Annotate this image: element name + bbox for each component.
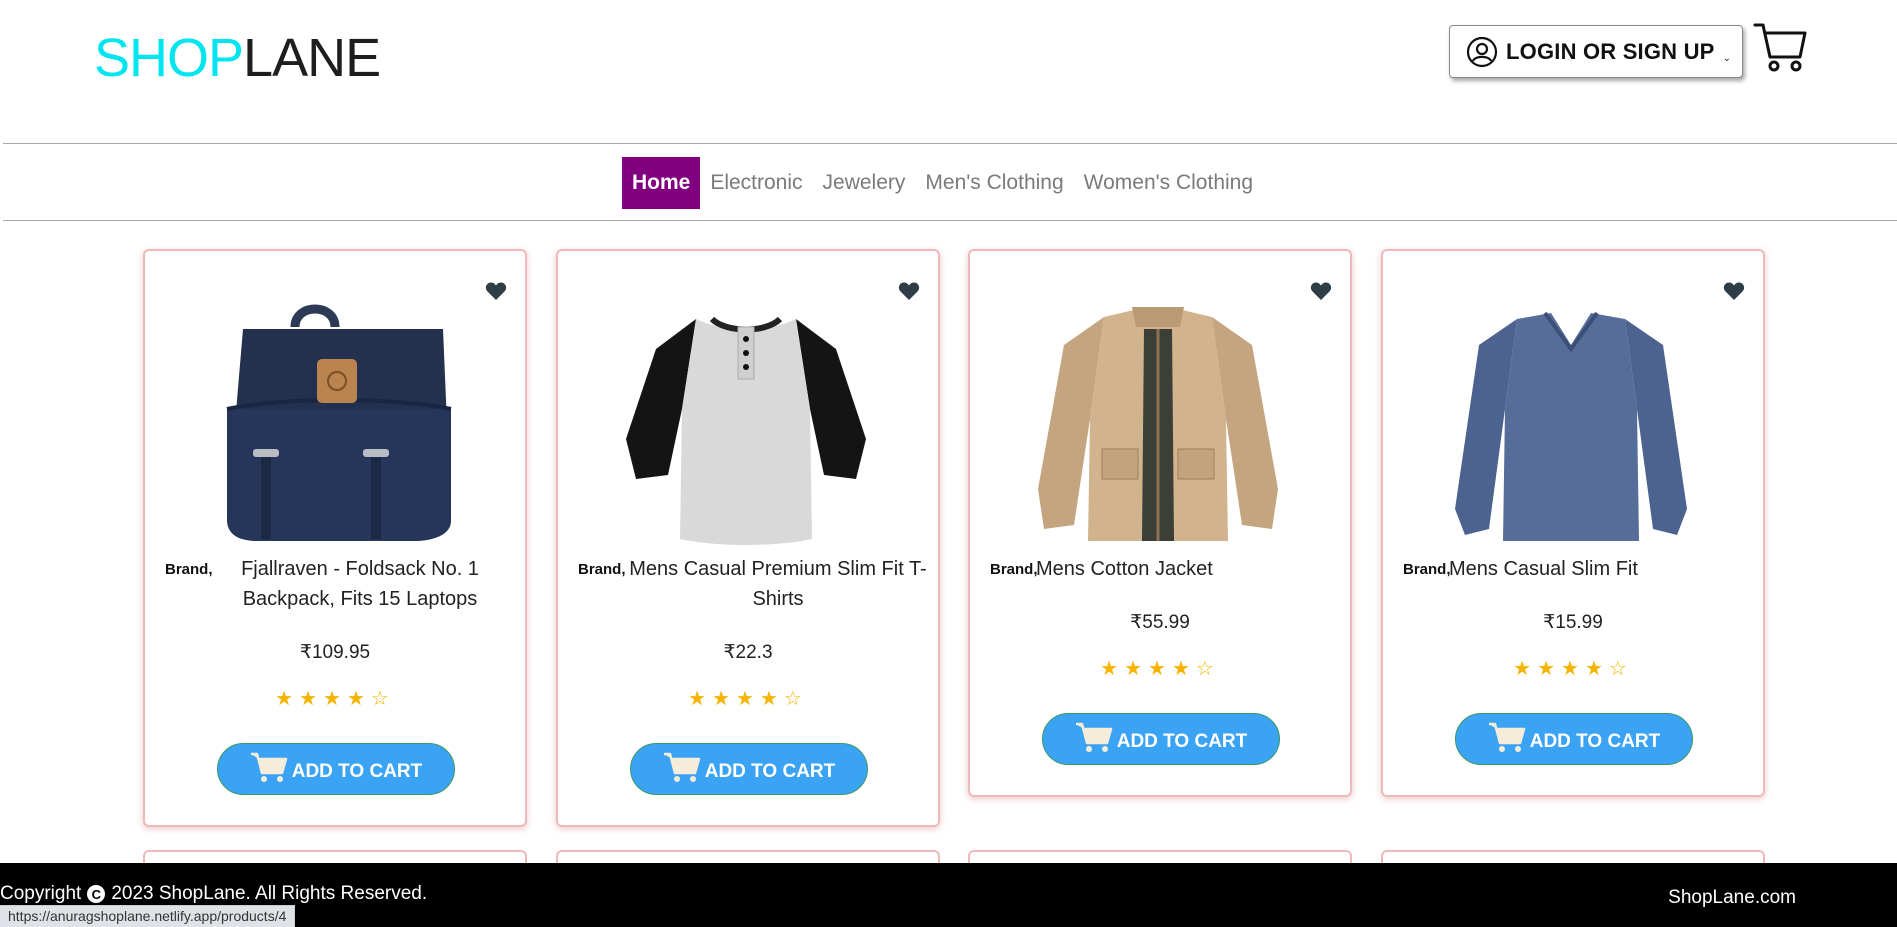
logo[interactable]: SHOPLANE [94,28,381,88]
logo-part-shop: SHOP [94,28,244,88]
rating-stars: ★★★★☆ [1100,656,1220,680]
heart-icon[interactable] [898,281,920,301]
product-image-raglan-tshirt[interactable] [596,289,896,549]
nav-item-electronic[interactable]: Electronic [700,157,812,209]
logo-part-lane: LANE [243,28,381,88]
user-circle-icon [1466,36,1498,67]
cart-icon[interactable] [1752,20,1808,74]
header: SHOPLANE LOGIN OR SIGN UP ⌄ [0,0,1897,143]
browser-status-url: https://anuragshoplane.netlify.app/produ… [0,905,296,927]
heart-icon[interactable] [485,281,507,301]
chevron-down-icon: ⌄ [1722,53,1731,64]
copyright-prefix: Copyright [0,883,82,904]
product-title[interactable]: Fjallraven - Foldsack No. 1 Backpack, Fi… [235,554,485,614]
product-price: ₹15.99 [1543,612,1603,633]
cart-icon [663,752,700,782]
product-brand: Brand, [578,561,626,578]
product-image-cotton-jacket[interactable] [1008,289,1308,549]
add-to-cart-button[interactable]: ADD TO CART [1455,713,1693,765]
cart-icon [1488,722,1525,752]
login-signup-button[interactable]: LOGIN OR SIGN UP ⌄ [1449,25,1743,78]
add-to-cart-label: ADD TO CART [1529,731,1661,752]
footer-site-link[interactable]: ShopLane.com [1668,887,1796,909]
product-image-long-sleeve-shirt[interactable] [1421,289,1721,549]
nav-item-jewelery[interactable]: Jewelery [813,157,916,209]
product-image-backpack[interactable] [183,289,483,549]
heart-icon[interactable] [1723,281,1745,301]
product-brand: Brand, [165,561,213,578]
product-title[interactable]: Mens Casual Premium Slim Fit T-Shirts [628,554,928,614]
cart-icon [250,752,287,782]
product-title[interactable]: Mens Cotton Jacket [1036,554,1336,584]
copyright-notice: Copyright C 2023 ShopLane. All Rights Re… [0,883,427,905]
rating-stars: ★★★★☆ [688,686,808,710]
add-to-cart-label: ADD TO CART [1116,731,1248,752]
nav-item-home[interactable]: Home [621,157,701,209]
rating-stars: ★★★★☆ [1513,656,1633,680]
product-brand: Brand, [990,561,1038,578]
add-to-cart-label: ADD TO CART [704,761,836,782]
product-card[interactable]: Brand, Mens Casual Slim Fit ₹15.99 ★★★★☆… [1381,249,1765,797]
add-to-cart-button[interactable]: ADD TO CART [1042,713,1280,765]
product-card[interactable]: Brand, Mens Cotton Jacket ₹55.99 ★★★★☆ A… [968,249,1352,797]
nav-item-mens-clothing[interactable]: Men's Clothing [915,157,1073,209]
product-card[interactable]: Brand, Mens Casual Premium Slim Fit T-Sh… [556,249,940,827]
product-price: ₹109.95 [299,642,371,663]
add-to-cart-label: ADD TO CART [291,761,423,782]
cart-icon [1075,722,1112,752]
rating-stars: ★★★★☆ [275,686,395,710]
add-to-cart-button[interactable]: ADD TO CART [217,743,455,795]
nav-item-womens-clothing[interactable]: Women's Clothing [1074,157,1263,209]
category-nav: Home Electronic Jewelery Men's Clothing … [0,157,1897,209]
add-to-cart-button[interactable]: ADD TO CART [630,743,868,795]
product-price: ₹22.3 [723,642,773,663]
login-signup-label: LOGIN OR SIGN UP [1506,38,1715,64]
product-price: ₹55.99 [1130,612,1190,633]
header-divider [3,143,1897,144]
nav-divider [3,220,1897,221]
product-card[interactable]: Brand, Fjallraven - Foldsack No. 1 Backp… [143,249,527,827]
product-brand: Brand, [1403,561,1451,578]
heart-icon[interactable] [1310,281,1332,301]
copyright-icon: C [87,885,106,903]
copyright-text: 2023 ShopLane. All Rights Reserved. [111,883,428,904]
product-title[interactable]: Mens Casual Slim Fit [1449,554,1749,584]
